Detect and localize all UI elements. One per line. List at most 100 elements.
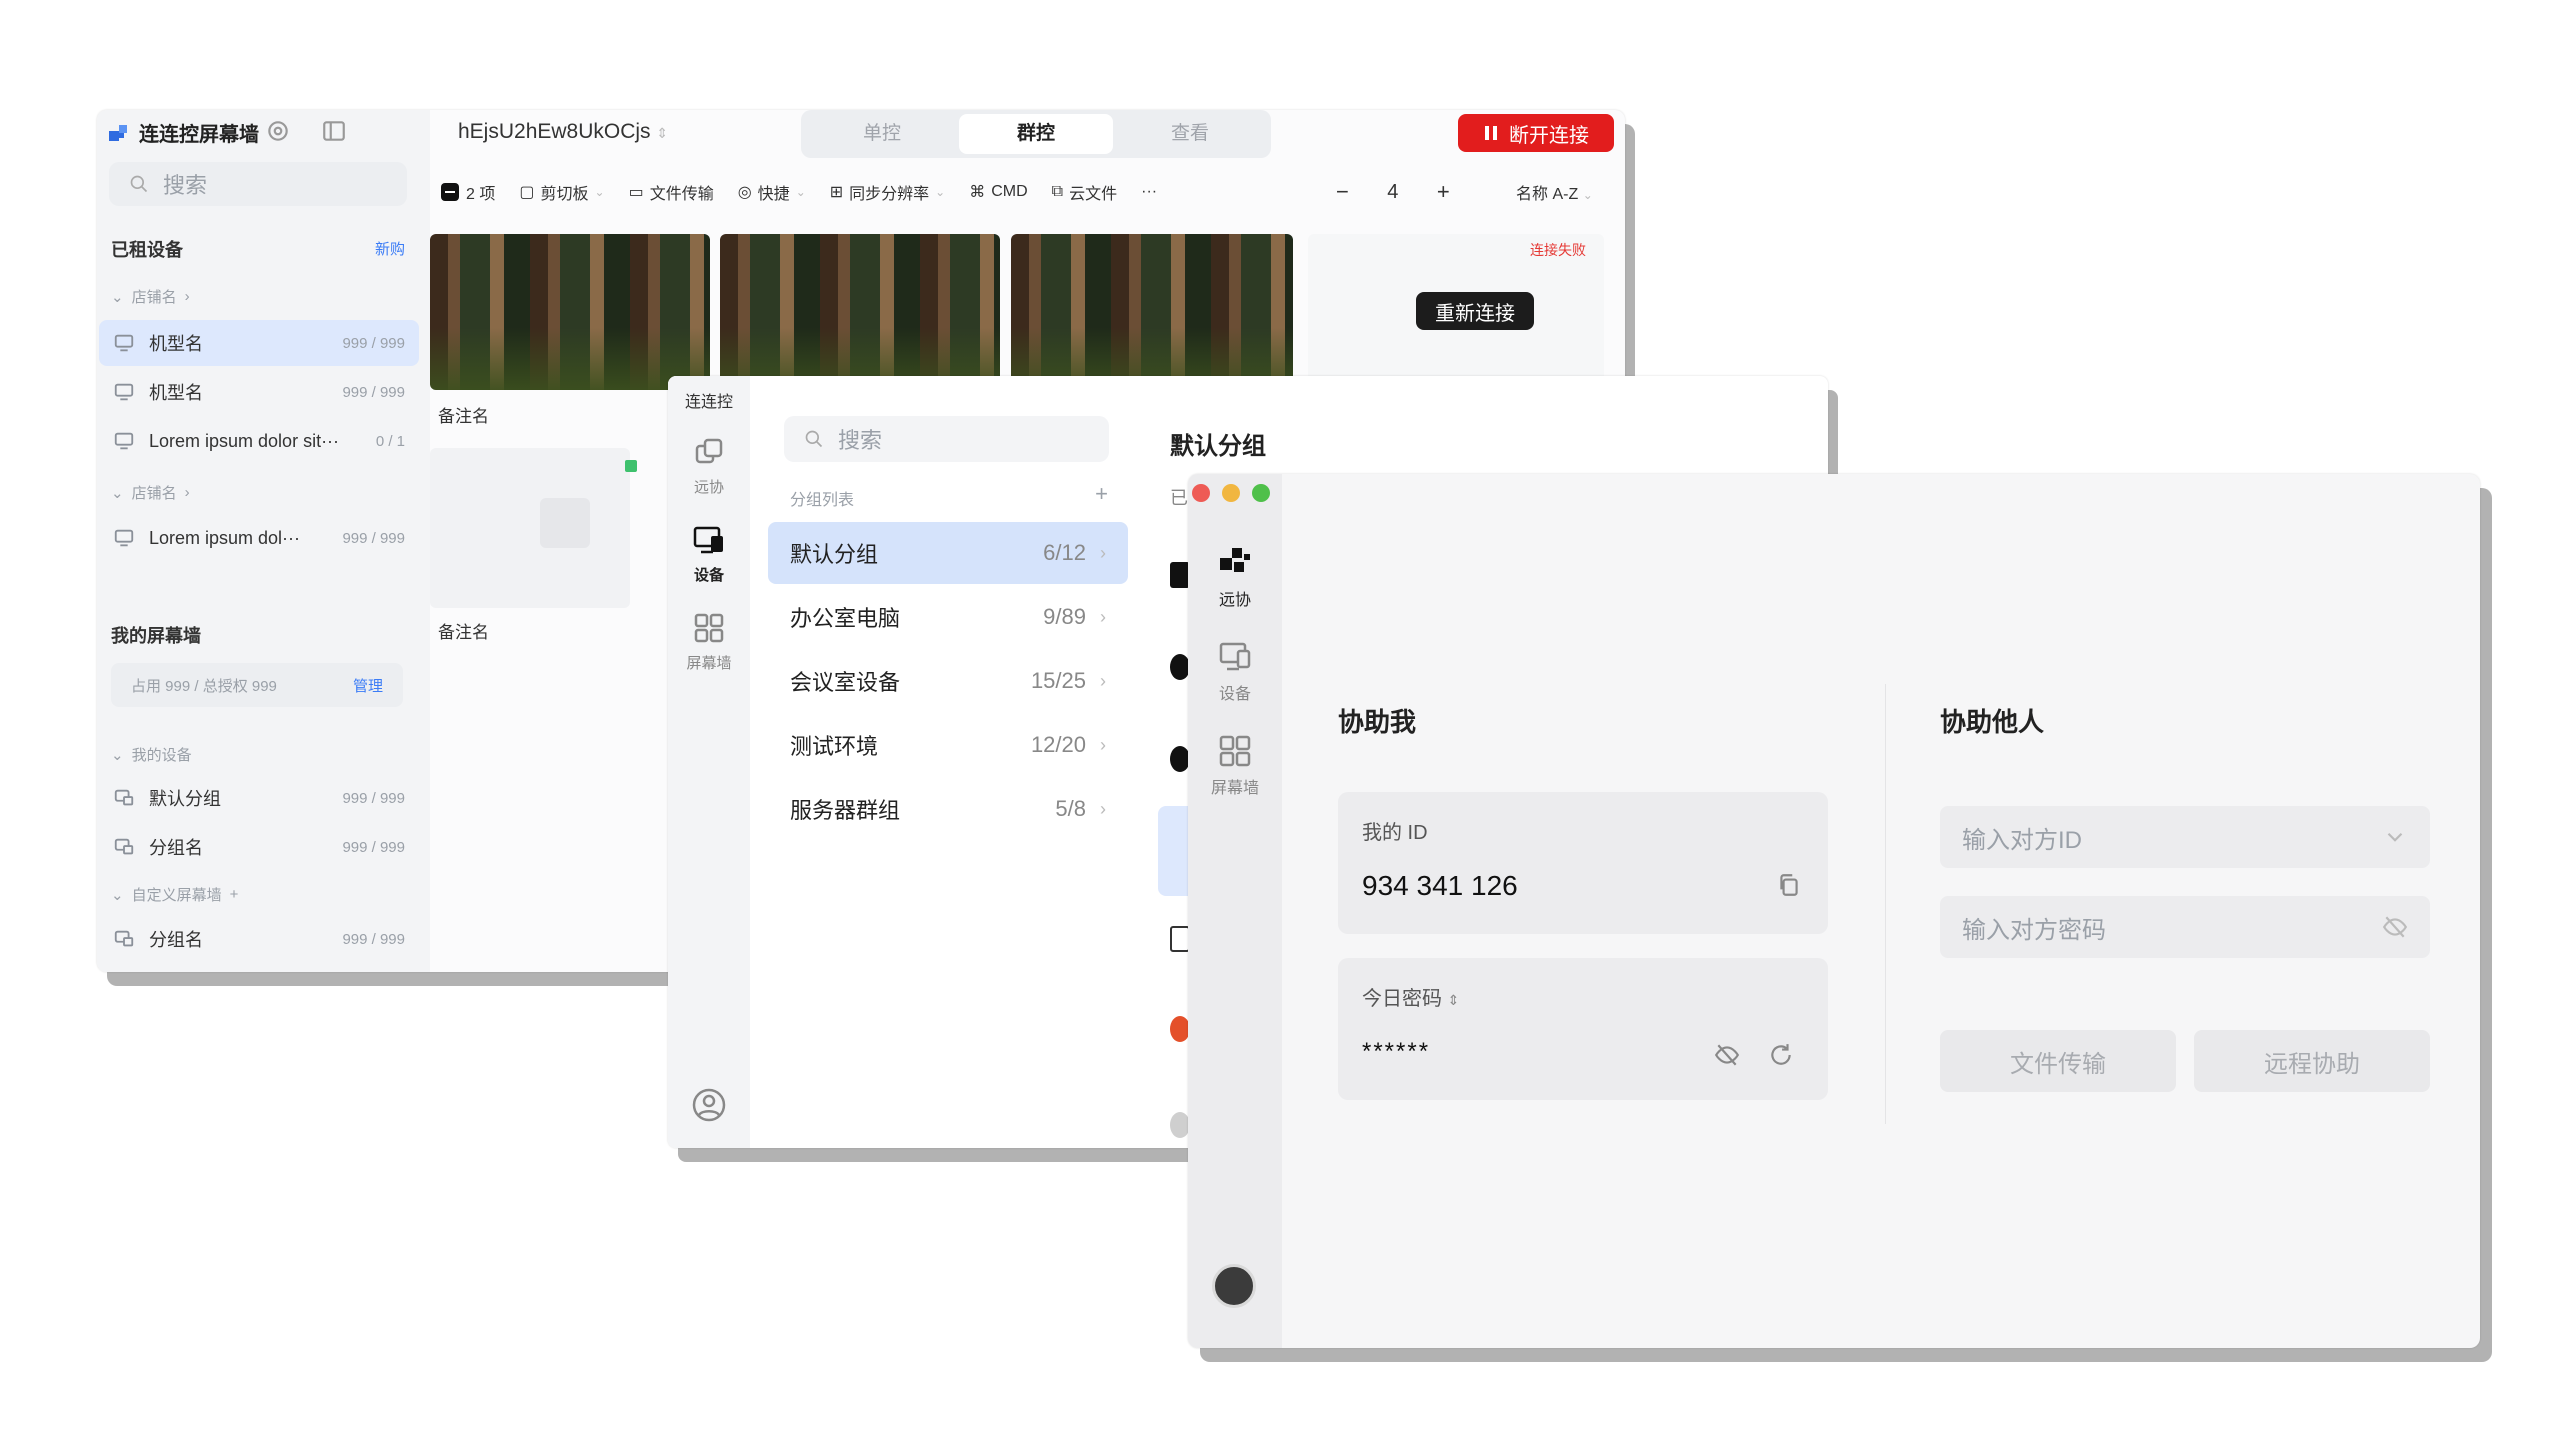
tab-view[interactable]: 查看 [1113, 114, 1267, 154]
sort-dropdown[interactable]: 名称 A-Z ⌄ [1516, 180, 1593, 204]
group-item[interactable]: 测试环境 12/20 › [768, 714, 1128, 776]
buy-link[interactable]: 新购 [375, 238, 405, 259]
eye-off-icon[interactable] [2382, 914, 2408, 940]
refresh-icon[interactable] [1768, 1042, 1794, 1068]
rail-remote-assist[interactable]: 远协 [1188, 544, 1282, 610]
group-item[interactable]: 会议室设备 15/25 › [768, 650, 1128, 712]
plus-icon[interactable]: + [1437, 179, 1450, 205]
shortcut-button[interactable]: ◎ 快捷 ⌄ [738, 180, 806, 204]
app-logo-icon [109, 124, 127, 141]
group-screen-icon [114, 930, 134, 947]
peer-id-placeholder: 输入对方ID [1962, 826, 2082, 854]
tab-single-control[interactable]: 单控 [805, 114, 959, 154]
screen-tile[interactable] [1011, 234, 1293, 390]
device-row[interactable]: 机型名 999 / 999 [99, 320, 419, 366]
chevron-down-icon: ⌄ [111, 484, 124, 502]
selection-toggle[interactable]: 2 项 [440, 180, 495, 204]
screen-tile[interactable] [720, 234, 1000, 390]
chevron-down-icon: ⌄ [594, 185, 605, 199]
screen-tile[interactable] [430, 234, 710, 390]
copy-icon[interactable] [1776, 872, 1802, 898]
monitor-icon [114, 334, 134, 352]
chevron-right-icon: › [1100, 670, 1106, 691]
sidebar-toggle-icon[interactable] [321, 118, 347, 144]
wall-group-row[interactable]: 默认分组 999 / 999 [99, 775, 419, 821]
device-row[interactable]: 机型名 999 / 999 [99, 369, 419, 415]
add-icon[interactable]: + [230, 886, 239, 903]
group-item[interactable]: 办公室电脑 9/89 › [768, 586, 1128, 648]
device-row[interactable]: Lorem ipsum dolor sit··· 0 / 1 [99, 418, 419, 464]
sync-resolution-button[interactable]: ⊞ 同步分辨率 ⌄ [830, 180, 945, 204]
group-search-input[interactable]: 搜索 [784, 416, 1109, 462]
minus-icon[interactable]: − [1336, 179, 1349, 205]
device-row[interactable]: Lorem ipsum dol··· 999 / 999 [99, 515, 419, 561]
device-count: 0 / 1 [375, 432, 405, 450]
rail-label: 屏幕墙 [1210, 780, 1259, 797]
chevron-down-icon: ⌄ [935, 185, 946, 199]
peer-id-input[interactable]: 输入对方ID [1940, 806, 2430, 868]
folder-icon: ▭ [628, 184, 644, 201]
rail-devices[interactable]: 设备 [1188, 638, 1282, 704]
group-item-count: 9/89 [1043, 604, 1086, 629]
rail-screen-wall[interactable]: 屏幕墙 [1188, 732, 1282, 798]
maximize-window-icon[interactable] [1252, 484, 1270, 502]
chevron-down-icon: ⌄ [111, 746, 124, 764]
peer-password-input[interactable]: 输入对方密码 [1940, 896, 2430, 958]
more-button[interactable]: ··· [1141, 183, 1157, 201]
cloud-file-button[interactable]: ⧉ 云文件 [1052, 180, 1117, 204]
group-item[interactable]: 服务器群组 5/8 › [768, 778, 1128, 840]
eye-off-icon[interactable] [1714, 1042, 1740, 1068]
device-count: 999 / 999 [342, 383, 405, 401]
store-group-2[interactable]: ⌄ 店铺名 › [111, 482, 190, 503]
tab-group-control[interactable]: 群控 [959, 114, 1113, 154]
custom-walls-group[interactable]: ⌄ 自定义屏幕墙 + [111, 884, 238, 905]
custom-walls-label: 自定义屏幕墙 [131, 887, 222, 904]
disconnect-button[interactable]: 断开连接 [1458, 114, 1614, 152]
device-id-text: hEjsU2hEw8UkOCjs [458, 120, 651, 143]
store-group-1[interactable]: ⌄ 店铺名 › [111, 286, 190, 307]
password-value: ****** [1362, 1038, 1431, 1065]
today-password-selector[interactable]: 今日密码 ⇕ [1362, 982, 1459, 1011]
tile-caption: 备注名 [438, 407, 489, 426]
my-devices-group[interactable]: ⌄ 我的设备 [111, 744, 192, 765]
sidebar-search-input[interactable]: 搜索 [109, 162, 407, 206]
group-name: 分组名 [149, 930, 203, 950]
screen-wall-icon [694, 613, 724, 643]
device-icon [1219, 642, 1251, 671]
minimize-window-icon[interactable] [1222, 484, 1240, 502]
screen-tile-placeholder[interactable] [430, 448, 630, 608]
device-count: 999 / 999 [342, 334, 405, 352]
remote-assist-button[interactable]: 远程协助 [2194, 1030, 2430, 1092]
cmd-label: CMD [991, 183, 1028, 200]
column-count[interactable]: 4 [1371, 181, 1415, 204]
monitor-icon [114, 432, 134, 450]
avatar[interactable] [1212, 1264, 1256, 1308]
clipboard-button[interactable]: ▢ 剪切板 ⌄ [519, 180, 604, 204]
user-profile-icon[interactable] [690, 1086, 728, 1124]
pause-icon [1485, 126, 1497, 140]
close-window-icon[interactable] [1192, 484, 1210, 502]
clipboard-label: 剪切板 [540, 186, 589, 203]
manage-link[interactable]: 管理 [353, 675, 383, 696]
file-transfer-button[interactable]: ▭ 文件传输 [629, 180, 714, 204]
my-id-value: 934 341 126 [1362, 870, 1518, 901]
rail-remote-assist[interactable]: 远协 [668, 434, 750, 497]
app-title-text: 连连控屏幕墙 [139, 124, 259, 146]
my-devices-label: 我的设备 [131, 747, 192, 764]
rail-screen-wall[interactable]: 屏幕墙 [668, 610, 750, 673]
wall-group-row[interactable]: 分组名 999 / 999 [99, 916, 419, 962]
wall-group-row[interactable]: 分组名 999 / 999 [99, 824, 419, 870]
file-transfer-button[interactable]: 文件传输 [1940, 1030, 2176, 1092]
reconnect-button[interactable]: 重新连接 [1416, 292, 1534, 330]
group-item[interactable]: 默认分组 6/12 › [768, 522, 1128, 584]
group-count: 999 / 999 [342, 789, 405, 807]
clipboard-icon: ▢ [519, 184, 535, 201]
settings-gear-icon[interactable] [265, 118, 291, 144]
rail-devices[interactable]: 设备 [668, 522, 750, 585]
group-list-header: 分组列表 + [790, 483, 1108, 510]
device-id-selector[interactable]: hEjsU2hEw8UkOCjs ⇕ [458, 120, 668, 144]
chevron-updown-icon: ⇕ [656, 125, 669, 141]
add-group-icon[interactable]: + [1095, 483, 1108, 510]
chevron-down-icon[interactable] [2382, 824, 2408, 850]
cmd-button[interactable]: ⌘ CMD [969, 182, 1027, 202]
